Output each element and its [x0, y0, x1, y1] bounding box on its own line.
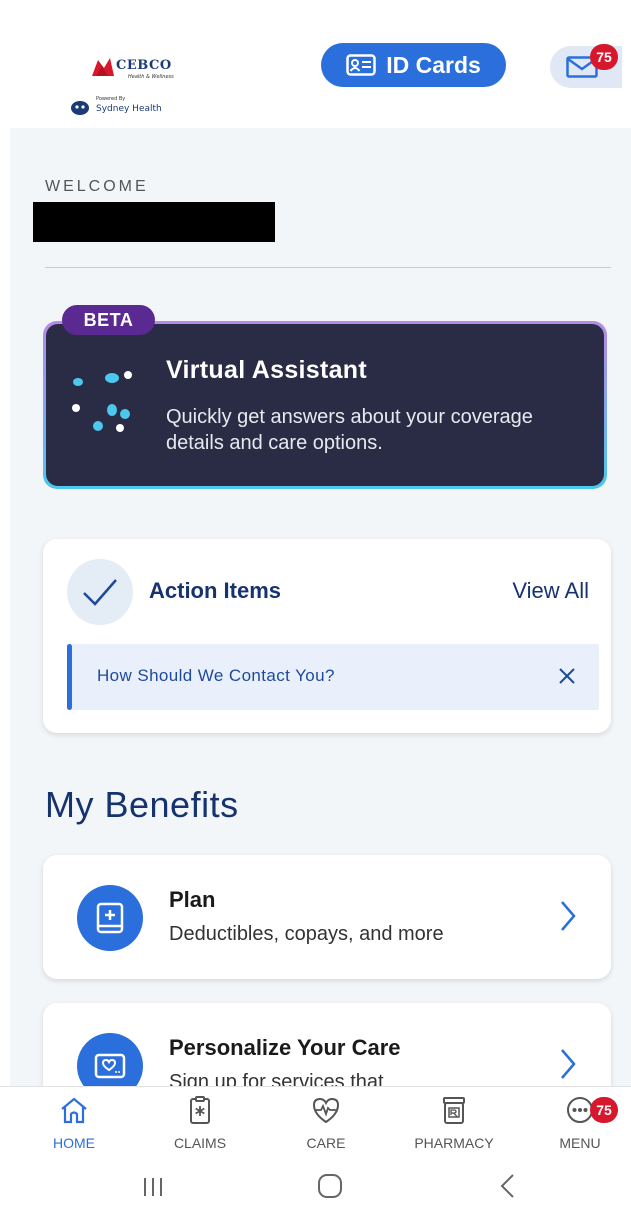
action-item-accent	[67, 644, 72, 710]
personalize-care-icon	[77, 1033, 143, 1086]
app-header: CEBCO Health & Wellness Powered By Sydne…	[0, 0, 631, 128]
virtual-assistant-panel: Virtual Assistant Quickly get answers ab…	[46, 324, 604, 486]
id-cards-label: ID Cards	[386, 51, 481, 78]
action-items-card: Action Items View All How Should We Cont…	[43, 539, 611, 733]
cebco-mark-icon	[92, 58, 114, 76]
sydney-health-icon	[71, 101, 89, 115]
cebco-logo: CEBCO Health & Wellness	[90, 52, 190, 86]
assistant-description: Quickly get answers about your coverage …	[166, 406, 533, 454]
menu-badge: 75	[590, 1097, 618, 1123]
nav-item-pharmacy[interactable]: PHARMACY	[394, 1095, 514, 1163]
benefit-card-personalize-care[interactable]: Personalize Your Care Sign up for servic…	[43, 1003, 611, 1086]
benefit-title: Personalize Your Care	[169, 1035, 401, 1060]
mail-badge: 75	[590, 44, 618, 70]
benefit-description: Sign up for services that	[169, 1071, 384, 1086]
benefits-title: My Benefits	[45, 784, 239, 825]
nav-item-menu[interactable]: MENU 75	[520, 1095, 631, 1163]
view-all-link[interactable]: View All	[512, 578, 589, 604]
claims-icon	[190, 1096, 210, 1124]
powered-by-label: Powered By	[96, 96, 126, 102]
brand-tagline: Health & Wellness	[128, 74, 174, 80]
nav-label: CLAIMS	[173, 1135, 227, 1151]
chevron-right-icon	[561, 901, 576, 931]
benefit-title: Plan	[169, 887, 216, 912]
virtual-assistant-card[interactable]: Virtual Assistant Quickly get answers ab…	[43, 321, 607, 489]
pharmacy-icon	[443, 1097, 465, 1124]
close-icon[interactable]	[557, 666, 577, 686]
id-card-icon	[346, 54, 376, 76]
action-item-contact[interactable]: How Should We Contact You?	[67, 644, 599, 710]
messages-button[interactable]: 75	[550, 44, 622, 88]
benefit-card-plan[interactable]: Plan Deductibles, copays, and more	[43, 855, 611, 979]
benefit-description: Deductibles, copays, and more	[169, 923, 444, 945]
back-icon[interactable]	[492, 1170, 524, 1202]
redacted-user-name	[33, 202, 275, 242]
check-icon	[67, 559, 133, 625]
care-icon	[312, 1097, 340, 1124]
plan-book-icon	[77, 885, 143, 951]
powered-by-logo: Powered By Sydney Health	[70, 96, 180, 120]
beta-badge: BETA	[62, 305, 155, 335]
home-icon	[61, 1097, 87, 1124]
action-item-label: How Should We Contact You?	[97, 666, 335, 685]
assistant-dots-icon	[72, 371, 132, 432]
nav-label: MENU	[559, 1135, 601, 1151]
powered-by-name: Sydney Health	[96, 104, 162, 114]
welcome-label: WELCOME	[45, 178, 149, 195]
nav-label: PHARMACY	[414, 1135, 494, 1151]
system-nav-bar	[0, 1166, 631, 1224]
id-cards-button[interactable]: ID Cards	[321, 43, 506, 87]
nav-label: HOME	[53, 1135, 95, 1151]
recent-apps-icon[interactable]	[137, 1170, 169, 1202]
nav-label: CARE	[306, 1135, 346, 1151]
divider	[45, 267, 611, 268]
home-button-icon[interactable]	[314, 1170, 346, 1202]
bottom-nav: HOME CLAIMS CARE PHARMACY MENU 75	[0, 1086, 631, 1166]
main-content[interactable]: WELCOME Virtual Assistant Quickly get an…	[10, 128, 631, 1086]
chevron-right-icon	[561, 1049, 576, 1079]
assistant-title: Virtual Assistant	[166, 356, 367, 384]
action-items-title: Action Items	[149, 578, 282, 603]
nav-item-care[interactable]: CARE	[266, 1095, 386, 1163]
nav-item-claims[interactable]: CLAIMS	[140, 1095, 260, 1163]
brand-name: CEBCO	[116, 58, 172, 73]
nav-item-home[interactable]: HOME	[14, 1095, 134, 1163]
